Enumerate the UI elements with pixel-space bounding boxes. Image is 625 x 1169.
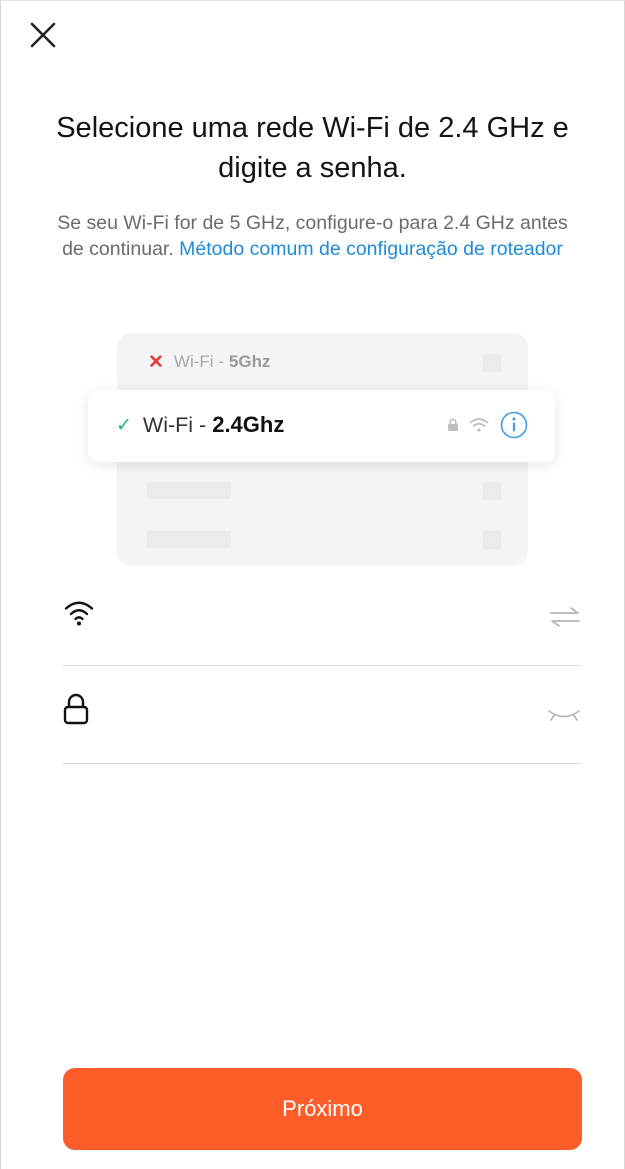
wifi-24ghz-card: ✓ Wi-Fi - 2.4Ghz bbox=[88, 390, 555, 462]
page-subtitle: Se seu Wi-Fi for de 5 GHz, configure-o p… bbox=[48, 210, 577, 262]
wifi-5ghz-band: 5Ghz bbox=[228, 352, 271, 371]
next-button[interactable]: Próximo bbox=[63, 1068, 582, 1150]
lock-icon bbox=[448, 418, 458, 431]
wifi-icon bbox=[64, 601, 94, 626]
close-icon bbox=[30, 22, 56, 48]
placeholder-bar bbox=[147, 531, 231, 548]
eye-closed-icon[interactable] bbox=[547, 708, 581, 722]
placeholder-bar bbox=[147, 482, 231, 499]
wifi-5ghz-prefix: Wi-Fi - bbox=[173, 352, 224, 371]
ssid-divider bbox=[63, 665, 581, 666]
placeholder-square bbox=[483, 354, 501, 372]
wifi-24ghz-prefix: Wi-Fi - bbox=[142, 412, 207, 437]
check-icon: ✓ bbox=[116, 414, 132, 436]
placeholder-square bbox=[483, 531, 501, 549]
password-field[interactable] bbox=[63, 668, 581, 764]
wifi-signal-icon bbox=[469, 418, 489, 432]
info-icon bbox=[500, 411, 528, 439]
page-title: Selecione uma rede Wi-Fi de 2.4 GHz e di… bbox=[56, 112, 569, 184]
placeholder-square bbox=[483, 482, 501, 500]
error-x-icon: ✕ bbox=[148, 351, 164, 373]
password-input[interactable] bbox=[115, 690, 519, 732]
password-divider bbox=[63, 763, 581, 764]
close-button[interactable] bbox=[26, 18, 60, 52]
wifi-24ghz-band: 2.4Ghz bbox=[212, 412, 285, 437]
ssid-field[interactable] bbox=[63, 570, 581, 666]
switch-network-icon[interactable] bbox=[549, 606, 581, 628]
wifi-5ghz-row: ✕ Wi-Fi - 5Ghz bbox=[148, 350, 271, 374]
lock-icon bbox=[63, 693, 89, 725]
router-config-link[interactable]: Método comum de configuração de roteador bbox=[179, 238, 563, 260]
